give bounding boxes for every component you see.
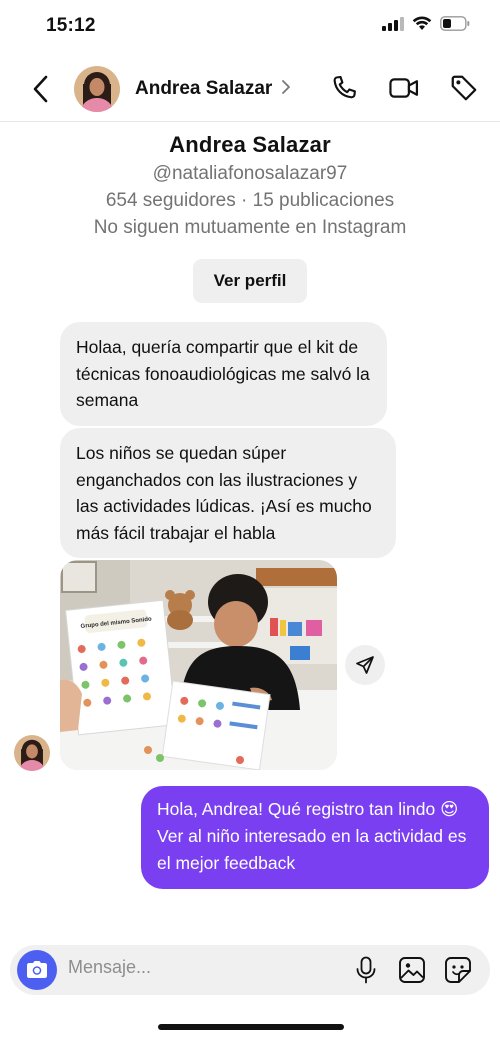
wifi-icon [412,16,432,36]
incoming-message[interactable]: Los niños se quedan súper enganchados co… [60,428,396,558]
outgoing-message[interactable]: Hola, Andrea! Qué registro tan lindo 😍 V… [141,786,489,889]
back-icon[interactable] [26,72,54,106]
profile-summary: Andrea Salazar @nataliafonosalazar97 654… [0,130,500,303]
contact-avatar[interactable] [74,66,120,112]
incoming-message[interactable]: Holaa, quería compartir que el kit de té… [60,322,387,426]
tag-icon[interactable] [448,72,480,104]
status-bar: 15:12 [0,0,500,52]
profile-username: @nataliafonosalazar97 [152,163,348,184]
message-input[interactable] [68,957,268,978]
phone-icon[interactable] [328,72,360,104]
composer-actions [352,956,472,984]
signal-icon [382,16,404,36]
header-actions [328,72,480,104]
chat-header: Andrea Salazar [0,56,500,122]
profile-mutual-status: No siguen mutuamente en Instagram [93,217,407,238]
profile-name: Andrea Salazar [169,132,331,157]
profile-stats: 654 seguidores · 15 publicaciones [105,190,395,211]
chevron-right-icon[interactable] [281,79,291,100]
message-composer [10,945,490,995]
battery-icon [440,16,470,36]
home-indicator [158,1024,344,1030]
status-icons [382,16,470,36]
share-icon[interactable] [345,645,385,685]
view-profile-button[interactable]: Ver perfil [192,259,308,303]
camera-icon[interactable] [17,950,57,990]
video-icon[interactable] [388,72,420,104]
gallery-icon[interactable] [398,956,426,984]
contact-name[interactable]: Andrea Salazar [135,78,272,100]
sender-avatar[interactable] [14,735,50,771]
status-time: 15:12 [46,15,96,36]
microphone-icon[interactable] [352,956,380,984]
sticker-icon[interactable] [444,956,472,984]
shared-photo[interactable]: Grupo del mismo Sonido [60,560,337,770]
